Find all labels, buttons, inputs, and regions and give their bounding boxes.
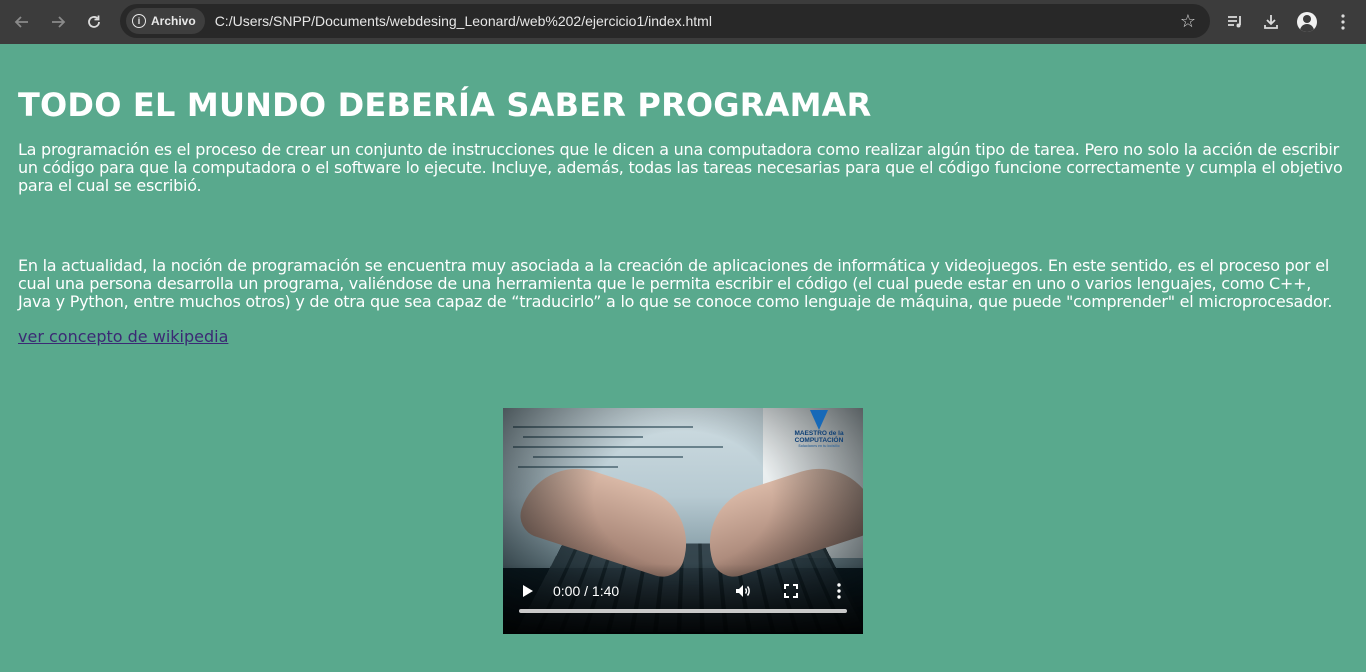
video-controls: 0:00 / 1:40 (503, 576, 863, 606)
fullscreen-icon[interactable] (784, 584, 798, 598)
toolbar-actions (1220, 4, 1358, 40)
info-icon: i (132, 14, 146, 28)
site-info-chip[interactable]: i Archivo (126, 8, 205, 34)
play-icon[interactable] (523, 585, 533, 597)
forward-arrow-icon[interactable] (40, 4, 76, 40)
volume-icon[interactable] (735, 584, 751, 598)
site-chip-label: Archivo (151, 14, 196, 28)
logo-subtitle: Soluciones en tu bolsillo (789, 444, 849, 448)
intro-paragraph: La programación es el proceso de crear u… (18, 141, 1343, 195)
video-progress-bar[interactable] (519, 609, 847, 613)
page-content: TODO EL MUNDO DEBERÍA SABER PROGRAMAR La… (18, 44, 1343, 346)
media-queue-icon[interactable] (1220, 7, 1250, 37)
kebab-menu-icon[interactable] (1328, 7, 1358, 37)
more-options-icon[interactable] (837, 583, 841, 599)
reload-icon[interactable] (76, 4, 112, 40)
channel-logo: MAESTRO de la COMPUTACIÓN Soluciones en … (789, 410, 849, 448)
logo-line1: MAESTRO de la (789, 430, 849, 437)
profile-icon[interactable] (1292, 7, 1322, 37)
address-bar[interactable]: i Archivo C:/Users/SNPP/Documents/webdes… (120, 4, 1210, 38)
url-text[interactable]: C:/Users/SNPP/Documents/webdesing_Leonar… (215, 13, 712, 29)
logo-line2: COMPUTACIÓN (789, 437, 849, 444)
wikipedia-link[interactable]: ver concepto de wikipedia (18, 327, 1343, 346)
avatar (1297, 12, 1317, 32)
time-display: 0:00 / 1:40 (553, 583, 619, 599)
detail-paragraph: En la actualidad, la noción de programac… (18, 257, 1343, 311)
video-player[interactable]: MAESTRO de la COMPUTACIÓN Soluciones en … (503, 408, 863, 634)
logo-mark-icon (810, 410, 828, 430)
page-title: TODO EL MUNDO DEBERÍA SABER PROGRAMAR (18, 86, 1343, 124)
download-icon[interactable] (1256, 7, 1286, 37)
star-icon[interactable]: ☆ (1180, 11, 1196, 32)
back-arrow-icon[interactable] (4, 4, 40, 40)
browser-toolbar: i Archivo C:/Users/SNPP/Documents/webdes… (0, 0, 1366, 44)
